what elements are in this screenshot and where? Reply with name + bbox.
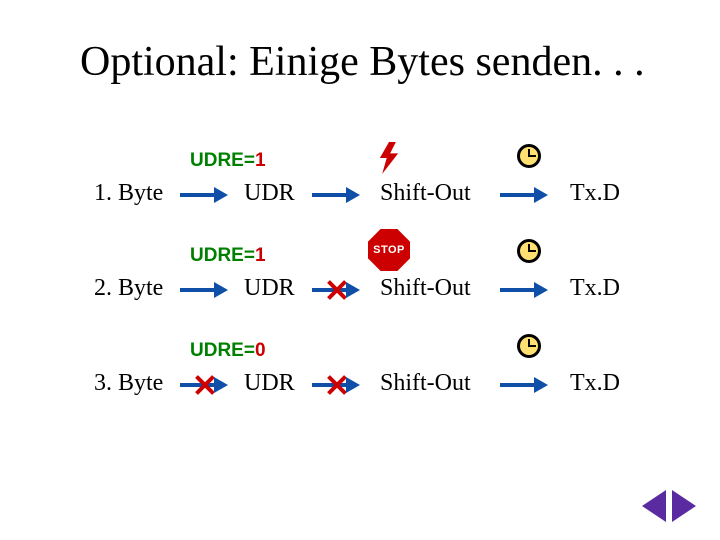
stage-shiftout: Shift-Out — [380, 275, 471, 302]
udre-label-2: UDRE=1 — [190, 245, 266, 267]
row-1: UDRE=1 1. Byte UDR Shift-Out Tx.D — [100, 150, 680, 240]
arrow-icon — [180, 190, 230, 200]
arrow-icon — [500, 190, 550, 200]
stage-udr: UDR — [244, 370, 295, 397]
stage-txd: Tx.D — [570, 370, 620, 397]
stage-byte: 1. Byte — [94, 180, 163, 207]
next-slide-button[interactable] — [672, 490, 696, 522]
row-2: UDRE=1 STOP 2. Byte UDR Shift-Out Tx.D — [100, 245, 680, 335]
slide-title: Optional: Einige Bytes senden. . . — [80, 38, 645, 86]
stage-txd: Tx.D — [570, 180, 620, 207]
nav-controls — [642, 490, 696, 522]
stage-udr: UDR — [244, 275, 295, 302]
stage-udr: UDR — [244, 180, 295, 207]
clock-icon — [517, 144, 541, 168]
stage-shiftout: Shift-Out — [380, 370, 471, 397]
stage-byte: 3. Byte — [94, 370, 163, 397]
x-icon — [326, 280, 346, 300]
clock-icon — [517, 334, 541, 358]
clock-icon — [517, 239, 541, 263]
lightning-icon — [375, 142, 403, 174]
stage-byte: 2. Byte — [94, 275, 163, 302]
stop-sign-icon: STOP — [368, 229, 410, 271]
udre-label-3: UDRE=0 — [190, 340, 266, 362]
arrow-icon — [180, 285, 230, 295]
row-3: UDRE=0 3. Byte UDR Shift-Out Tx.D — [100, 340, 680, 430]
arrow-blocked-icon — [312, 285, 362, 295]
udre-label-1: UDRE=1 — [190, 150, 266, 172]
arrow-blocked-icon — [180, 380, 230, 390]
x-icon — [194, 375, 214, 395]
stage-txd: Tx.D — [570, 275, 620, 302]
arrow-icon — [500, 380, 550, 390]
arrow-icon — [500, 285, 550, 295]
arrow-icon — [312, 190, 362, 200]
prev-slide-button[interactable] — [642, 490, 666, 522]
arrow-blocked-icon — [312, 380, 362, 390]
x-icon — [326, 375, 346, 395]
stage-shiftout: Shift-Out — [380, 180, 471, 207]
